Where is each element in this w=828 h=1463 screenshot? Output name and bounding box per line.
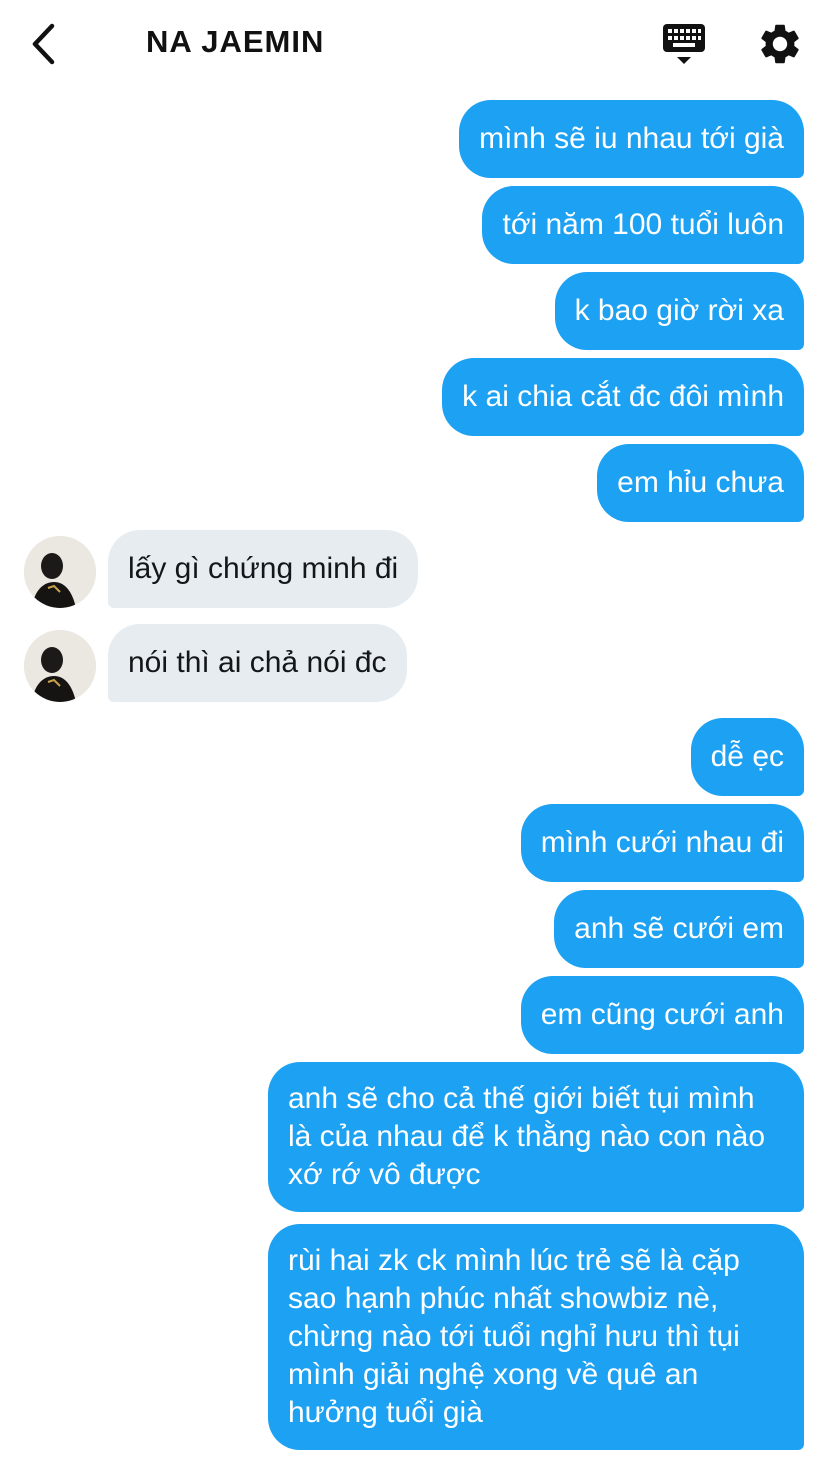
chevron-left-icon [32,23,55,65]
outgoing-message[interactable]: mình sẽ iu nhau tới già [459,100,804,178]
outgoing-message[interactable]: k ai chia cắt đc đôi mình [442,358,804,436]
contact-photo-icon [24,536,96,608]
outgoing-message[interactable]: anh sẽ cưới em [554,890,804,968]
conversation-title: NA JAEMIN [146,24,325,59]
avatar[interactable] [24,630,96,702]
gear-icon [761,24,799,64]
outgoing-message[interactable]: k bao giờ rời xa [554,272,804,350]
incoming-message[interactable]: lấy gì chứng minh đi [108,530,419,608]
avatar[interactable] [24,536,96,608]
outgoing-message[interactable]: anh sẽ cho cả thế giới biết tụi mình là … [268,1062,804,1212]
back-button[interactable] [26,20,66,68]
outgoing-message[interactable]: tới năm 100 tuổi luôn [482,186,804,264]
outgoing-message[interactable]: em hỉu chưa [597,444,804,522]
outgoing-message[interactable]: dễ ẹc [690,718,804,796]
keyboard-icon [663,24,705,64]
chat-header: NA JAEMIN [0,0,828,88]
outgoing-message[interactable]: rùi hai zk ck mình lúc trẻ sẽ là cặp sao… [268,1224,804,1450]
outgoing-message[interactable]: mình cưới nhau đi [520,804,804,882]
outgoing-message[interactable]: em cũng cưới anh [520,976,804,1054]
incoming-message[interactable]: nói thì ai chả nói đc [108,624,407,702]
contact-photo-icon [24,630,96,702]
keyboard-button[interactable] [660,20,708,68]
settings-button[interactable] [756,20,804,68]
